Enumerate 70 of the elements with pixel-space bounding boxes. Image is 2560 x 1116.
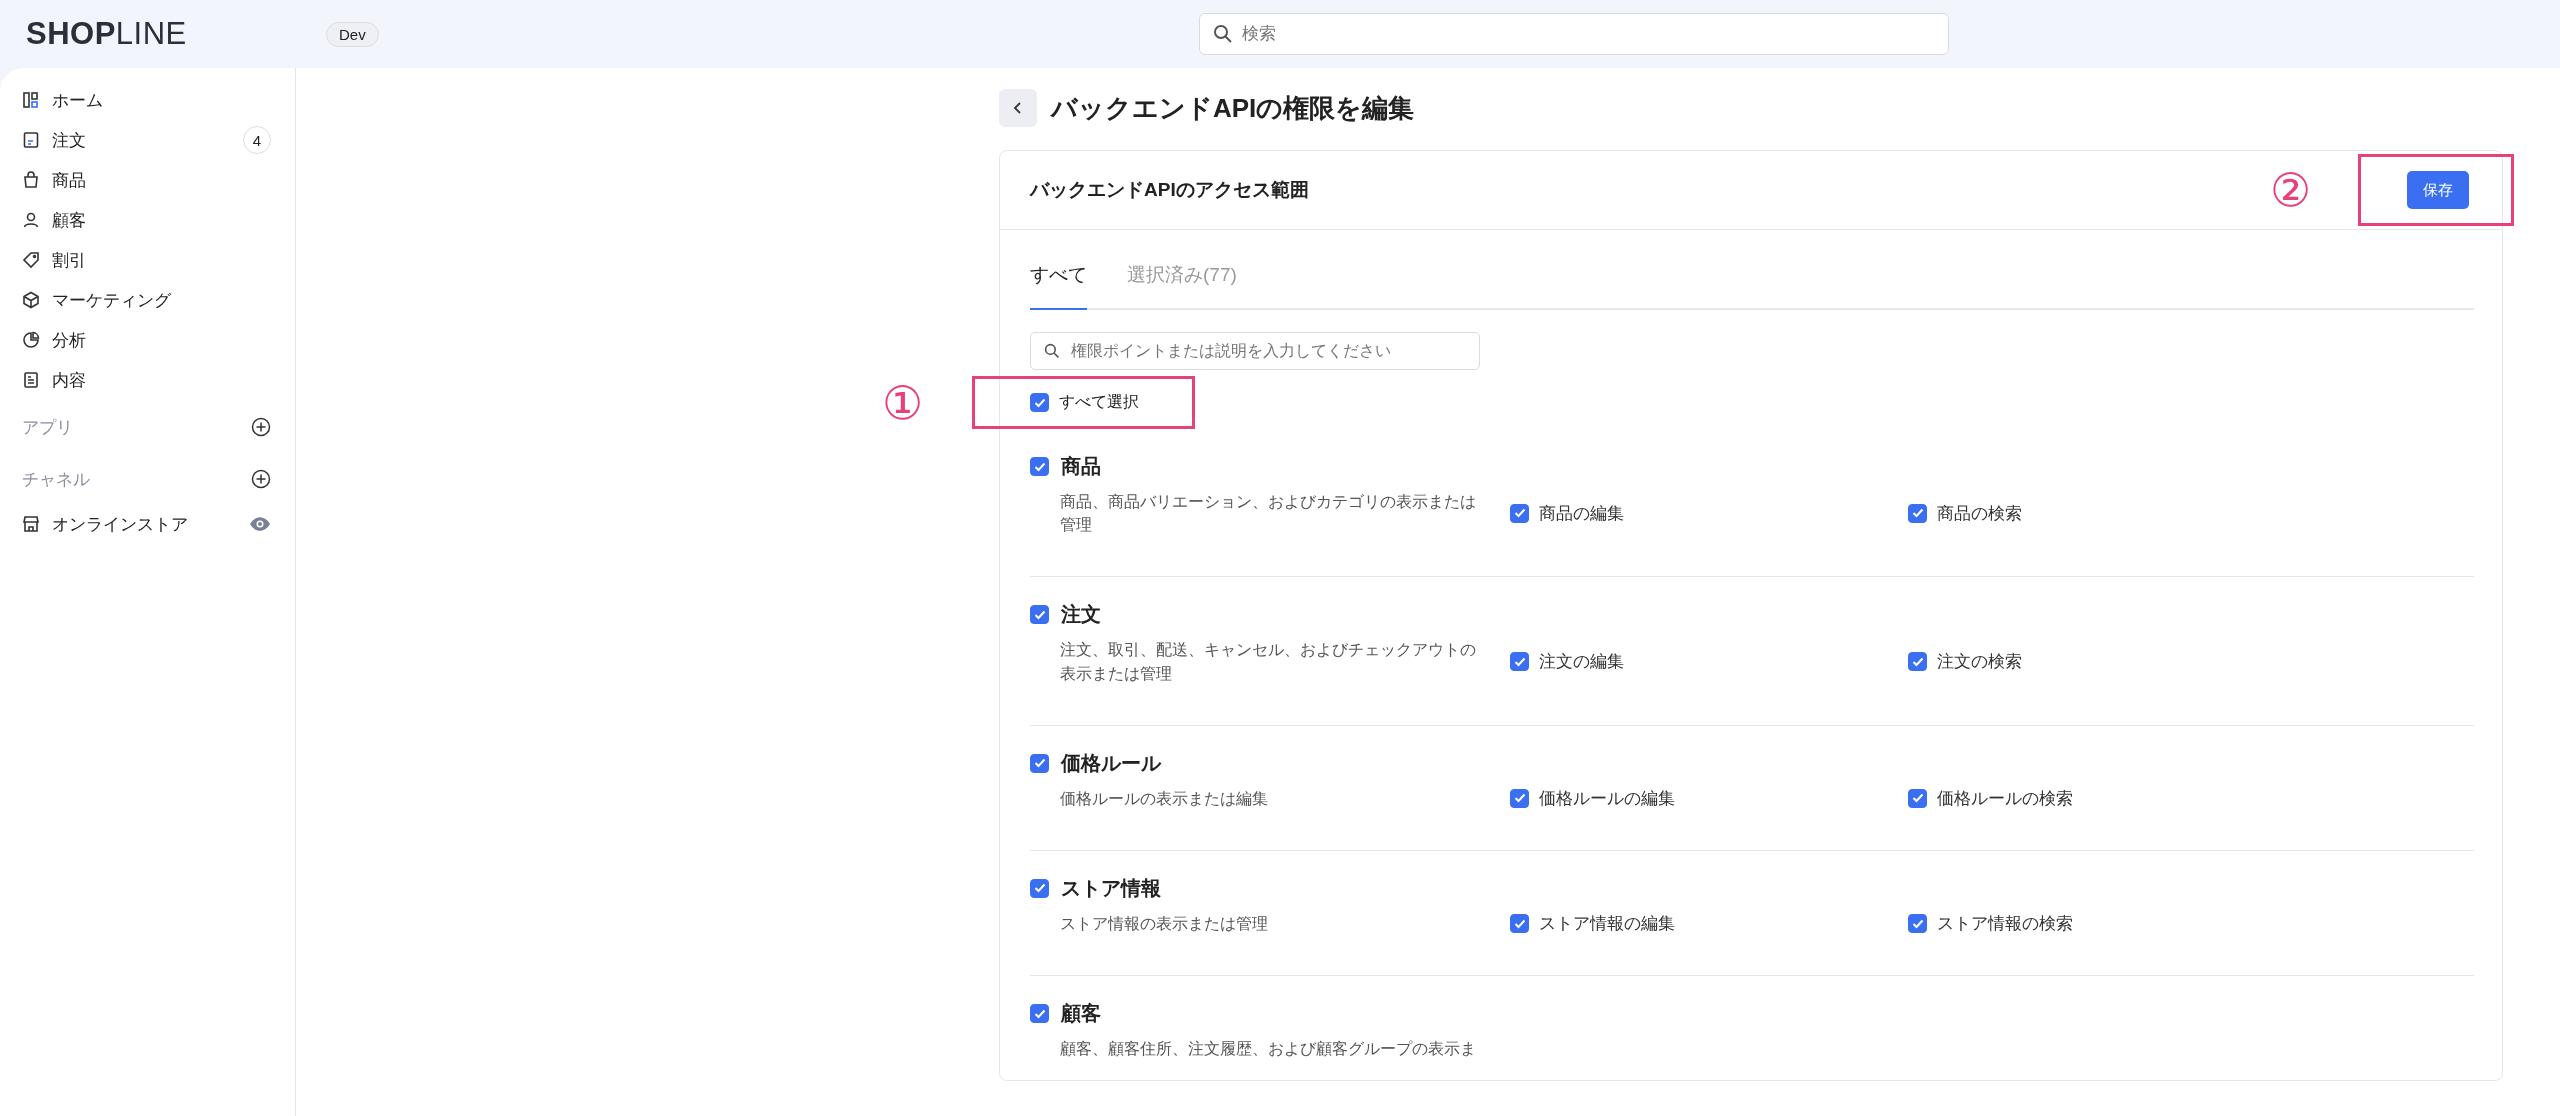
permission-checkbox[interactable]: 注文の編集	[1510, 650, 1908, 674]
sidebar-item[interactable]: 商品	[0, 160, 295, 200]
search-icon	[1212, 24, 1233, 44]
sidebar-item[interactable]: オンラインストア	[0, 504, 295, 544]
permission-checkbox[interactable]: 価格ルールの編集	[1510, 786, 1908, 810]
check-icon	[1911, 508, 1924, 519]
check-icon	[1033, 758, 1046, 769]
sidebar-icon	[22, 331, 40, 349]
sidebar-item[interactable]: 注文 4	[0, 120, 295, 160]
sidebar-item[interactable]: ホーム	[0, 80, 295, 120]
card-title: バックエンドAPIのアクセス範囲	[1030, 178, 1309, 202]
group-description: 商品、商品バリエーション、およびカテゴリの表示または管理	[1060, 492, 1477, 536]
page-title: バックエンドAPIの権限を編集	[1051, 91, 1415, 125]
sidebar-item[interactable]: 顧客	[0, 200, 295, 240]
sidebar-icon	[22, 371, 40, 389]
permission-checkbox[interactable]: ストア情報の編集	[1510, 912, 1908, 936]
tab[interactable]: すべて	[1030, 262, 1087, 310]
environment-badge: Dev	[326, 21, 379, 47]
check-icon	[1513, 793, 1526, 804]
permission-checkbox[interactable]: ストア情報の検索	[1908, 912, 2474, 936]
group-checkbox[interactable]: ストア情報	[1030, 874, 1161, 902]
check-icon	[1033, 461, 1046, 472]
group-checkbox[interactable]: 価格ルール	[1030, 749, 1161, 777]
group-description: 顧客、顧客住所、注文履歴、および顧客グループの表示ま	[1060, 1039, 1477, 1060]
check-icon	[1911, 918, 1924, 929]
permission-checkbox[interactable]: 注文の検索	[1908, 650, 2474, 674]
section-label: チャネル	[22, 468, 90, 491]
sidebar-item[interactable]: 割引	[0, 240, 295, 280]
sidebar-icon	[22, 251, 40, 269]
annotation-number: ①	[882, 379, 924, 426]
check-icon	[1033, 397, 1046, 408]
search-field[interactable]: 権限ポイントまたは説明を入力してください	[1030, 332, 1480, 370]
check-icon	[1911, 656, 1924, 667]
permission-checkbox[interactable]: 商品の検索	[1908, 501, 2474, 525]
chevron-left-icon	[1013, 102, 1023, 114]
sidebar-icon	[22, 91, 40, 109]
eye-icon[interactable]	[249, 516, 271, 532]
check-icon	[1033, 609, 1046, 620]
search-icon	[1044, 343, 1060, 359]
group-description: 注文、取引、配送、キャンセル、およびチェックアウトの表示または管理	[1060, 640, 1477, 684]
check-icon	[1911, 793, 1924, 804]
check-icon	[1033, 1008, 1046, 1019]
store-icon	[22, 515, 40, 533]
search-field[interactable]: 検索	[1198, 13, 1949, 55]
sidebar-icon	[22, 171, 40, 189]
check-icon	[1513, 918, 1526, 929]
check-icon	[1513, 508, 1526, 519]
permission-checkbox[interactable]: 商品の編集	[1510, 501, 1908, 525]
group-description: ストア情報の表示または管理	[1060, 913, 1269, 934]
sidebar-icon	[22, 211, 40, 229]
select-all-checkbox[interactable]: すべて選択	[1030, 392, 1192, 413]
group-checkbox[interactable]: 注文	[1030, 601, 1101, 629]
add-icon[interactable]	[251, 469, 271, 489]
sidebar-icon	[22, 131, 40, 149]
group-description: 価格ルールの表示または編集	[1060, 788, 1269, 809]
permission-checkbox[interactable]: 価格ルールの検索	[1908, 786, 2474, 810]
group-checkbox[interactable]: 商品	[1030, 453, 1101, 480]
sidebar-item[interactable]: マーケティング	[0, 280, 295, 320]
sidebar-icon	[22, 291, 40, 309]
sidebar-item[interactable]: 分析	[0, 320, 295, 360]
save-button[interactable]: 保存	[2407, 171, 2469, 209]
sidebar-item[interactable]: 内容	[0, 360, 295, 400]
group-checkbox[interactable]: 顧客	[1030, 1000, 1101, 1028]
check-icon	[1033, 883, 1046, 894]
check-icon	[1513, 656, 1526, 667]
section-label: アプリ	[22, 416, 73, 439]
back-button[interactable]	[999, 89, 1037, 127]
logo: SHOPLINE	[26, 16, 188, 52]
annotation-number: ②	[2270, 167, 2312, 213]
add-icon[interactable]	[251, 417, 271, 437]
